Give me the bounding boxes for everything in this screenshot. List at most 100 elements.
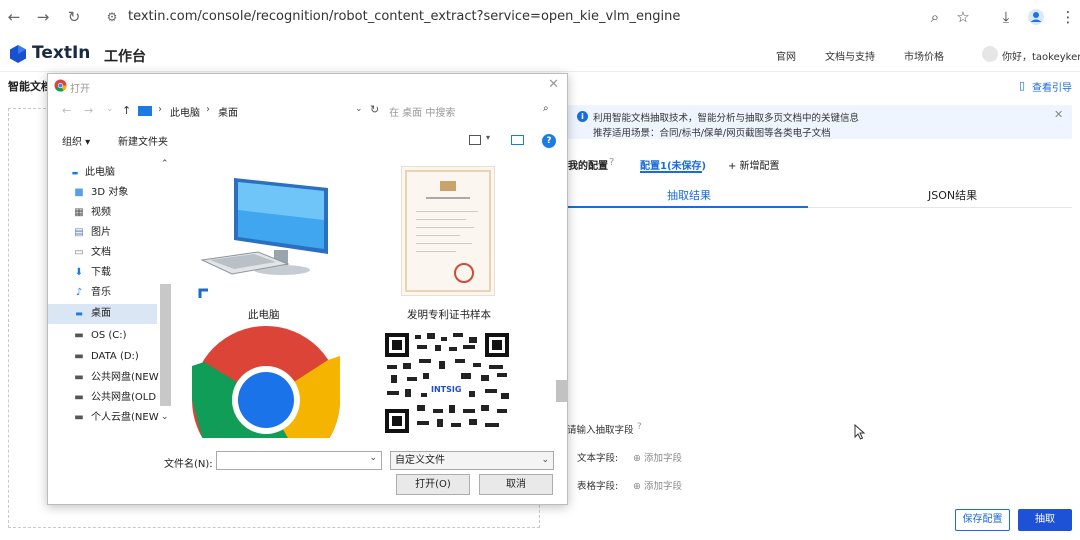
patent-certificate-thumbnail[interactable] — [401, 166, 495, 296]
site-settings-icon[interactable]: ⚙ — [102, 7, 122, 27]
help-circle-icon[interactable]: ? — [609, 157, 614, 168]
network-drive-icon: ▬ — [74, 392, 84, 403]
banner-line-2: 推荐适用场景：合同/标书/保单/网页截图等各类电子文档 — [593, 128, 831, 139]
browser-toolbar: ← → ↻ ⚙ textin.com/console/recognition/r… — [0, 0, 1080, 34]
document-icon: ▭ — [74, 247, 84, 258]
tree-scrollbar-thumb[interactable] — [160, 284, 171, 406]
add-table-field-button[interactable]: ⊕ 添加字段 — [633, 478, 682, 492]
tree-item-downloads[interactable]: ⬇ 下载 — [48, 263, 157, 283]
qr-code-thumbnail[interactable]: INTSIG — [381, 329, 515, 437]
close-icon[interactable]: ✕ — [1054, 108, 1063, 121]
nav-market-price[interactable]: 市场价格 — [904, 48, 944, 63]
file-label-this-pc[interactable]: 此电脑 — [248, 307, 280, 322]
up-arrow-icon[interactable]: ↑ — [122, 104, 131, 117]
help-icon[interactable]: ? — [542, 134, 556, 148]
forward-icon[interactable]: → — [33, 7, 53, 27]
tree-item-desktop[interactable]: ▬ 桌面 — [48, 304, 157, 324]
avatar[interactable] — [982, 46, 998, 62]
chrome-icon — [54, 79, 67, 92]
user-greeting[interactable]: 你好，taokeyken — [1002, 48, 1080, 63]
tree-item-pictures[interactable]: ▤ 图片 — [48, 223, 157, 243]
download-icon[interactable]: ⤓ — [996, 7, 1016, 27]
path-separator: › — [158, 104, 162, 115]
extract-fields-prompt: 请输入抽取字段 — [567, 425, 634, 436]
tree-item-public-drive-new[interactable]: ▬ 公共网盘(NEW — [48, 368, 158, 388]
tree-item-this-pc[interactable]: ▬ 此电脑 — [48, 163, 157, 183]
help-circle-icon[interactable]: ? — [637, 422, 642, 432]
mouse-cursor-icon — [854, 424, 866, 440]
tree-item-public-drive-old[interactable]: ▬ 公共网盘(OLD — [48, 388, 157, 408]
search-input[interactable]: 在 桌面 中搜索 ⌕ — [389, 103, 557, 122]
search-icon: ⌕ — [543, 103, 549, 114]
file-scrollbar-thumb[interactable] — [556, 380, 568, 402]
drive-icon: ▬ — [74, 330, 84, 341]
address-bar[interactable]: textin.com/console/recognition/robot_con… — [128, 9, 680, 24]
chevron-down-icon[interactable]: ⌄ — [106, 104, 114, 114]
new-folder-button[interactable]: 新建文件夹 — [118, 133, 168, 148]
tree-item-data-d[interactable]: ▬ DATA (D:) — [48, 347, 157, 367]
banner-line-1: 利用智能文档抽取技术，智能分析与抽取多页文档中的关键信息 — [593, 113, 860, 124]
open-button[interactable]: 打开(O) — [396, 474, 470, 495]
add-config-button[interactable]: + 新增配置 — [728, 157, 780, 172]
tree-item-music[interactable]: ♪ 音乐 — [48, 283, 157, 303]
cancel-button[interactable]: 取消 — [479, 474, 553, 495]
tree-item-personal-cloud-new[interactable]: ▬ 个人云盘(NEW — [48, 408, 158, 428]
info-icon: i — [577, 111, 588, 122]
refresh-icon[interactable]: ↻ — [370, 103, 379, 116]
save-config-button[interactable]: 保存配置 — [955, 509, 1010, 531]
add-text-field-button[interactable]: ⊕ 添加字段 — [633, 450, 682, 464]
video-icon: ▦ — [74, 207, 84, 218]
file-label-patent-certificate[interactable]: 发明专利证书样本 — [407, 307, 491, 322]
bookmark-star-icon[interactable]: ☆ — [953, 7, 973, 27]
chevron-down-icon[interactable]: ⌄ — [369, 453, 377, 463]
nav-official-site[interactable]: 官网 — [776, 48, 796, 63]
nav-docs-support[interactable]: 文档与支持 — [825, 48, 875, 63]
close-icon[interactable]: ✕ — [548, 77, 559, 92]
path-desktop[interactable]: 桌面 — [218, 104, 238, 119]
network-drive-icon: ▬ — [74, 372, 84, 383]
tree-item-3d-objects[interactable]: ■ 3D 对象 — [48, 183, 157, 203]
forward-icon[interactable]: → — [84, 104, 93, 117]
text-field-label: 文本字段: — [577, 453, 619, 464]
red-seal-icon — [454, 263, 474, 283]
computer-icon: ▬ — [71, 169, 79, 177]
tab-extract-result[interactable]: 抽取结果 — [667, 187, 711, 203]
filename-input[interactable]: ⌄ — [216, 451, 382, 470]
tab-json-result[interactable]: JSON结果 — [928, 187, 977, 203]
preview-pane-icon[interactable] — [511, 135, 524, 145]
chevron-down-icon[interactable]: ⌄ — [355, 104, 363, 114]
qr-brand-text: INTSIG — [431, 385, 462, 394]
drive-icon: ▬ — [74, 351, 84, 362]
scroll-up-icon[interactable]: ⌃ — [161, 159, 169, 169]
menu-icon[interactable]: ⋮ — [1058, 7, 1078, 27]
scroll-down-icon[interactable]: ⌄ — [161, 412, 169, 422]
filetype-select[interactable]: 自定义文件 ⌄ — [390, 451, 554, 470]
organize-menu[interactable]: 组织 ▾ — [62, 133, 90, 148]
profile-icon[interactable] — [1026, 7, 1046, 27]
back-icon[interactable]: ← — [62, 104, 71, 117]
chevron-down-icon[interactable]: ▾ — [486, 133, 490, 142]
plus-circle-icon: ⊕ — [633, 453, 644, 464]
cube-icon: ■ — [74, 187, 84, 198]
this-pc-icon — [198, 178, 328, 300]
my-config-label: 我的配置 — [568, 161, 608, 172]
view-guide-link[interactable]: 查看引导 — [1032, 79, 1072, 94]
brand-name[interactable]: TextIn — [32, 43, 90, 63]
zoom-icon[interactable]: ⌕ — [925, 7, 945, 27]
path-separator: › — [206, 104, 210, 115]
textin-logo-icon — [10, 45, 26, 63]
desktop-icon: ▬ — [75, 309, 83, 318]
tree-label: 公共网盘(OLD — [91, 392, 157, 403]
view-options-icon[interactable] — [469, 135, 481, 145]
extract-button[interactable]: 抽取 — [1018, 509, 1072, 531]
path-this-pc[interactable]: 此电脑 — [170, 104, 200, 119]
back-icon[interactable]: ← — [4, 7, 24, 27]
tree-item-os-c[interactable]: ▬ OS (C:) — [48, 326, 157, 346]
chrome-icon[interactable] — [192, 326, 340, 438]
app-header: TextIn 工作台 官网 文档与支持 市场价格 你好，taokeyken — [0, 36, 1080, 72]
reload-icon[interactable]: ↻ — [64, 7, 84, 27]
tree-item-videos[interactable]: ▦ 视频 — [48, 203, 157, 223]
download-icon: ⬇ — [74, 267, 84, 278]
config-tab-current[interactable]: 配置1(未保存) — [640, 157, 706, 172]
tree-item-documents[interactable]: ▭ 文档 — [48, 243, 157, 263]
